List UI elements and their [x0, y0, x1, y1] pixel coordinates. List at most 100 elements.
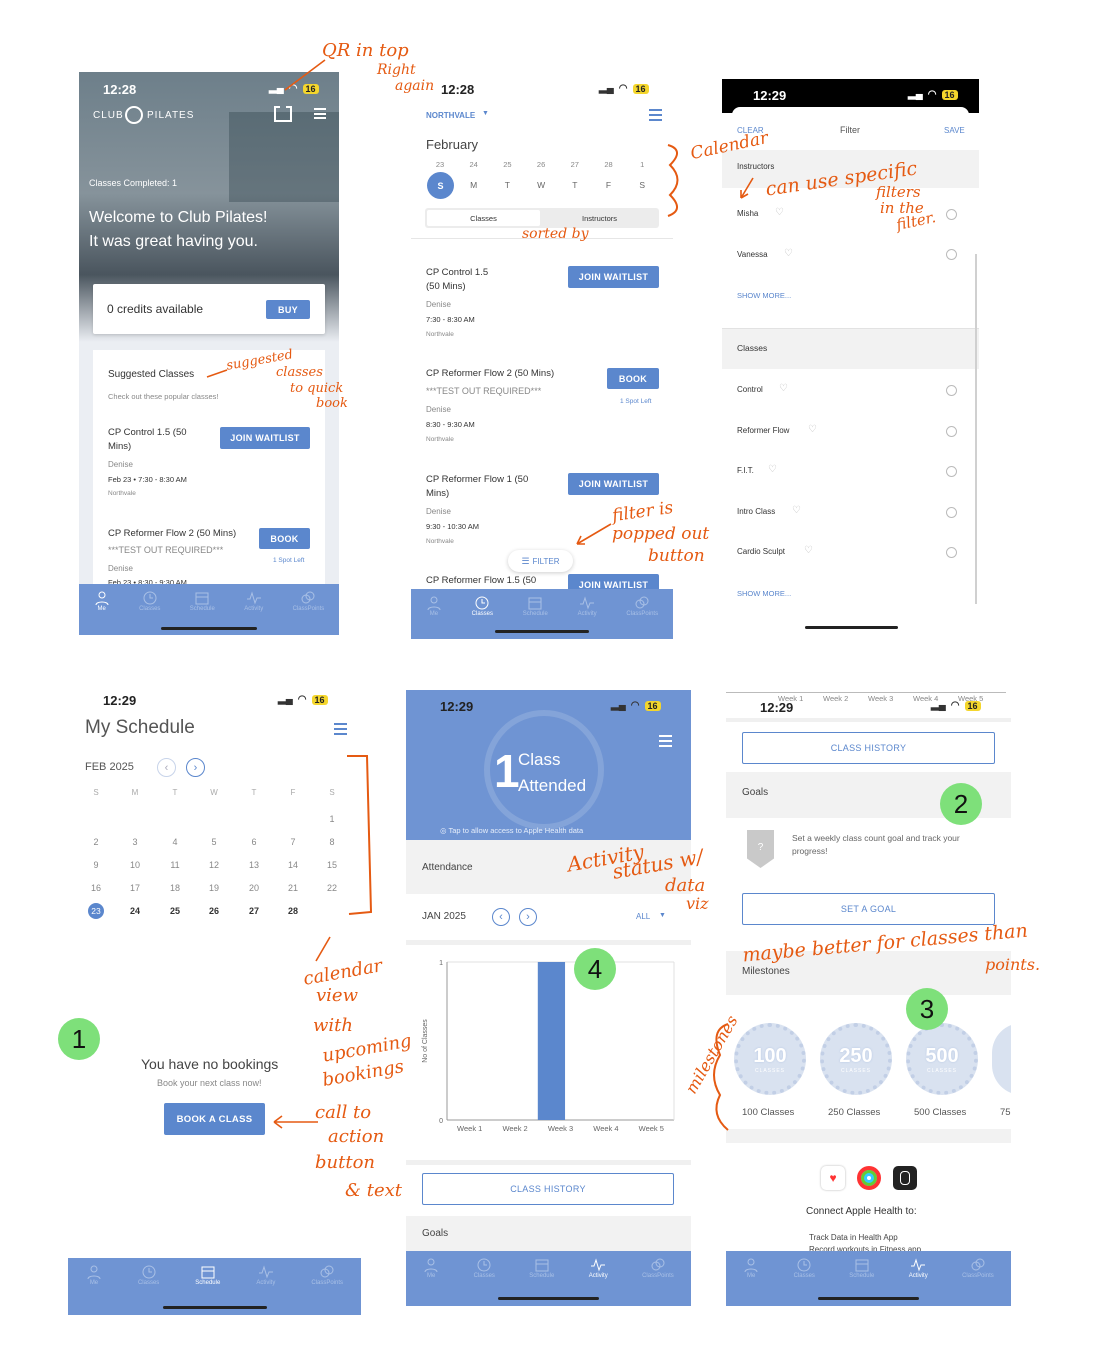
- nav-classpoints[interactable]: ClassPoints: [293, 590, 324, 612]
- calendar-day[interactable]: 16: [86, 883, 106, 893]
- filter-option[interactable]: Control: [737, 385, 763, 394]
- range-select[interactable]: ALL: [636, 912, 650, 921]
- save-button[interactable]: SAVE: [944, 126, 965, 135]
- heart-icon[interactable]: ♡: [775, 207, 784, 218]
- nav-schedule[interactable]: Schedule: [849, 1257, 874, 1279]
- set-goal-button[interactable]: SET A GOAL: [742, 893, 995, 925]
- heart-icon[interactable]: ♡: [792, 505, 801, 516]
- menu-icon[interactable]: [314, 108, 326, 119]
- calendar-day[interactable]: 4: [165, 837, 185, 847]
- calendar-day[interactable]: 6: [244, 837, 264, 847]
- nav-classes[interactable]: Classes: [794, 1257, 815, 1279]
- heart-icon[interactable]: ♡: [804, 545, 813, 556]
- radio[interactable]: [946, 506, 957, 518]
- day-letter[interactable]: T: [567, 180, 583, 190]
- nav-classes[interactable]: Classes: [138, 1264, 159, 1286]
- nav-me[interactable]: Me: [94, 590, 110, 612]
- filter-option[interactable]: Intro Class: [737, 507, 775, 516]
- calendar-day[interactable]: 19: [204, 883, 224, 893]
- tab-instructors[interactable]: Instructors: [542, 210, 657, 226]
- calendar-day[interactable]: 12: [204, 860, 224, 870]
- nav-activity[interactable]: Activity: [589, 1257, 608, 1279]
- chevron-down-icon[interactable]: ▼: [659, 912, 666, 919]
- filter-option[interactable]: F.I.T.: [737, 466, 754, 475]
- show-more-link[interactable]: SHOW MORE...: [737, 589, 791, 598]
- buy-button[interactable]: BUY: [266, 300, 310, 319]
- class-history-button[interactable]: CLASS HISTORY: [742, 732, 995, 764]
- radio[interactable]: [946, 547, 957, 559]
- day-pill-selected[interactable]: S: [427, 172, 454, 199]
- heart-icon[interactable]: ♡: [784, 248, 793, 259]
- calendar-day[interactable]: 11: [165, 860, 185, 870]
- book-class-button[interactable]: BOOK A CLASS: [164, 1103, 265, 1135]
- calendar-day[interactable]: 15: [322, 860, 342, 870]
- heart-icon[interactable]: ♡: [808, 424, 817, 435]
- calendar-day[interactable]: 25: [165, 906, 185, 916]
- calendar-day[interactable]: 13: [244, 860, 264, 870]
- join-waitlist-button[interactable]: JOIN WAITLIST: [568, 266, 659, 288]
- day-letter[interactable]: M: [466, 180, 482, 190]
- day-letter[interactable]: S: [634, 180, 650, 190]
- filter-button[interactable]: ☰ FILTER: [508, 550, 573, 572]
- calendar-day[interactable]: 8: [322, 837, 342, 847]
- nav-me[interactable]: Me: [423, 1257, 439, 1279]
- prev-month-icon[interactable]: ‹: [157, 758, 176, 777]
- nav-classes[interactable]: Classes: [474, 1257, 495, 1279]
- calendar-day[interactable]: 28: [283, 906, 303, 916]
- calendar-day[interactable]: 1: [322, 814, 342, 824]
- chevron-down-icon[interactable]: ▼: [482, 110, 489, 117]
- location-selector[interactable]: NORTHVALE: [426, 111, 475, 120]
- radio[interactable]: [946, 249, 957, 260]
- nav-schedule[interactable]: Schedule: [523, 595, 548, 617]
- heart-icon[interactable]: ♡: [779, 383, 788, 394]
- calendar-day[interactable]: 20: [244, 883, 264, 893]
- calendar-day-selected[interactable]: 23: [88, 903, 104, 919]
- nav-classes[interactable]: Classes: [139, 590, 160, 612]
- filter-option[interactable]: Misha: [737, 209, 758, 218]
- next-month-icon[interactable]: ›: [186, 758, 205, 777]
- calendar-day[interactable]: 27: [244, 906, 264, 916]
- qr-code-icon[interactable]: [274, 106, 292, 122]
- join-waitlist-button[interactable]: JOIN WAITLIST: [568, 473, 659, 495]
- filter-option[interactable]: Cardio Sculpt: [737, 547, 785, 556]
- menu-icon[interactable]: [334, 723, 347, 735]
- nav-classes[interactable]: Classes: [472, 595, 493, 617]
- calendar-day[interactable]: 3: [125, 837, 145, 847]
- filter-option[interactable]: Vanessa: [737, 250, 768, 259]
- calendar-day[interactable]: 17: [125, 883, 145, 893]
- join-waitlist-button[interactable]: JOIN WAITLIST: [220, 427, 310, 449]
- calendar-day[interactable]: 2: [86, 837, 106, 847]
- calendar-day[interactable]: 9: [86, 860, 106, 870]
- nav-activity[interactable]: Activity: [244, 590, 263, 612]
- nav-classpoints[interactable]: ClassPoints: [311, 1264, 343, 1286]
- menu-icon[interactable]: [659, 735, 672, 747]
- calendar-day[interactable]: 14: [283, 860, 303, 870]
- menu-icon[interactable]: [649, 109, 662, 121]
- calendar-day[interactable]: 21: [283, 883, 303, 893]
- calendar-day[interactable]: 18: [165, 883, 185, 893]
- nav-activity[interactable]: Activity: [909, 1257, 928, 1279]
- calendar-day[interactable]: 26: [204, 906, 224, 916]
- radio[interactable]: [946, 466, 957, 478]
- nav-me[interactable]: Me: [743, 1257, 759, 1279]
- day-letter[interactable]: T: [499, 180, 515, 190]
- calendar-day[interactable]: 5: [204, 837, 224, 847]
- day-letter[interactable]: W: [533, 180, 549, 190]
- heart-icon[interactable]: ♡: [768, 464, 777, 475]
- nav-me[interactable]: Me: [86, 1264, 102, 1286]
- calendar-day[interactable]: 10: [125, 860, 145, 870]
- nav-activity[interactable]: Activity: [256, 1264, 275, 1286]
- tab-classes[interactable]: Classes: [427, 210, 540, 226]
- scrollbar[interactable]: [975, 254, 977, 604]
- health-note[interactable]: ◎ Tap to allow access to Apple Health da…: [440, 826, 583, 835]
- calendar-day[interactable]: 7: [283, 837, 303, 847]
- nav-classpoints[interactable]: ClassPoints: [962, 1257, 994, 1279]
- show-more-link[interactable]: SHOW MORE...: [737, 291, 791, 300]
- nav-activity[interactable]: Activity: [578, 595, 597, 617]
- radio[interactable]: [946, 385, 957, 396]
- filter-option[interactable]: Reformer Flow: [737, 426, 789, 435]
- nav-classpoints[interactable]: ClassPoints: [626, 595, 658, 617]
- nav-me[interactable]: Me: [426, 595, 442, 617]
- calendar-day[interactable]: 24: [125, 906, 145, 916]
- nav-schedule[interactable]: Schedule: [195, 1264, 220, 1286]
